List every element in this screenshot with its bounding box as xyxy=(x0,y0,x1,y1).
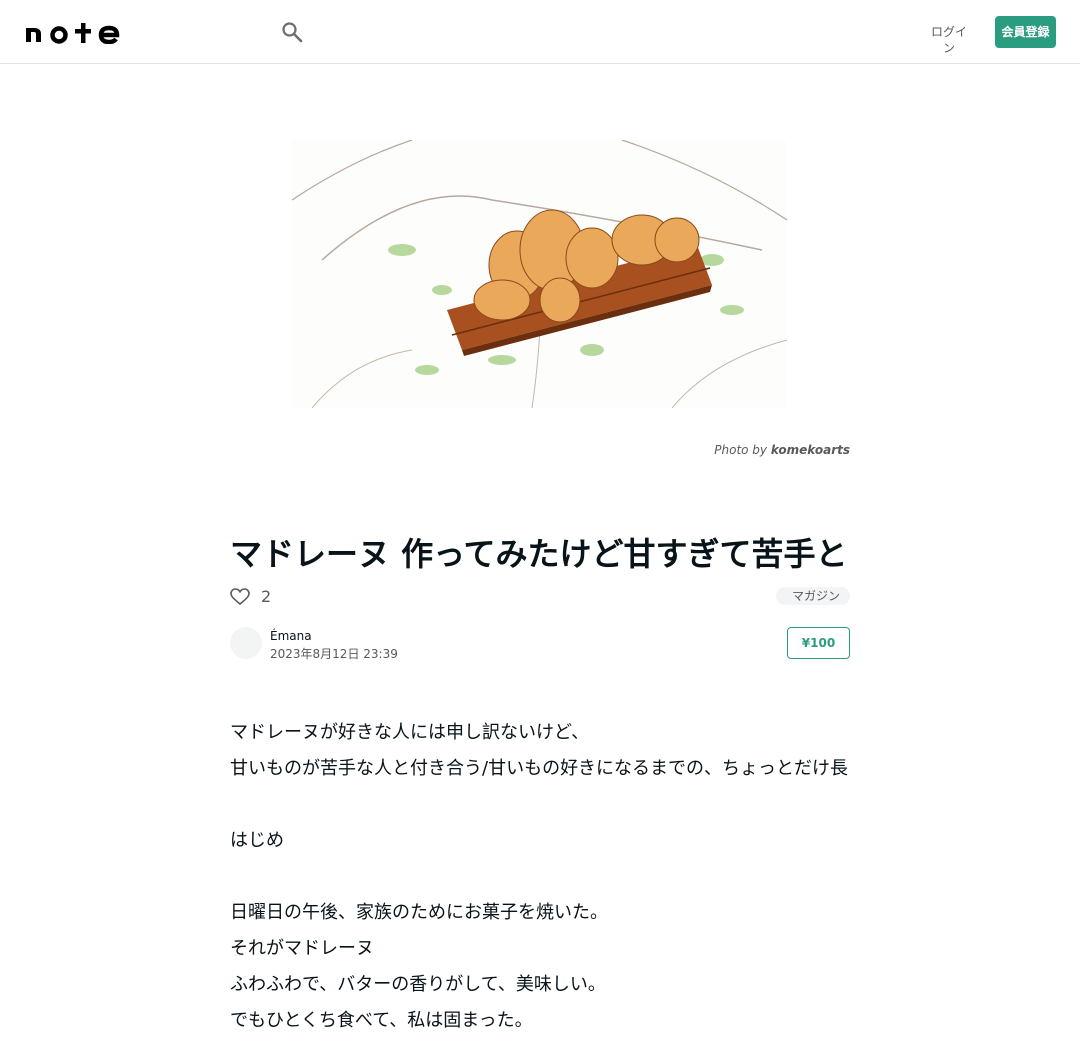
hero-illustration xyxy=(292,140,787,408)
body-paragraph: マドレーヌが好きな人には申し訳ないけど、 xyxy=(230,722,590,743)
magazine-badge[interactable]: マガジン xyxy=(776,587,850,605)
body-paragraph: はじめ xyxy=(230,830,284,851)
post-date: 2023年8月12日 23:39 xyxy=(270,647,398,661)
like-count: 2 xyxy=(261,587,272,606)
body-paragraph xyxy=(230,859,850,895)
article-title: マドレーヌ 作ってみたけど甘すぎて苦手という話になった xyxy=(230,535,850,573)
photo-credit-author[interactable]: komekoarts xyxy=(771,443,850,457)
article-body: マドレーヌが好きな人には申し訳ないけど、 甘いものが苦手な人と付き合う/甘いもの… xyxy=(230,715,850,1039)
body-paragraph: 甘いものが苦手な人と付き合う/甘いもの好きになるまでの、ちょっとだけ長い話をして… xyxy=(230,758,850,779)
note-logo[interactable] xyxy=(24,20,124,44)
body-paragraph: それがマドレーヌ xyxy=(230,938,374,959)
body-paragraph: でもひとくち食べて、私は固まった。 xyxy=(230,1010,533,1031)
login-link[interactable]: ログイン xyxy=(926,24,972,55)
heart-icon[interactable] xyxy=(230,588,250,606)
site-header: ログイン 会員登録 xyxy=(0,0,1080,64)
signup-button[interactable]: 会員登録 xyxy=(995,16,1056,48)
photo-credit: Photo by komekoarts xyxy=(600,443,850,457)
body-paragraph: 日曜日の午後、家族のためにお菓子を焼いた。 xyxy=(230,902,608,923)
photo-credit-prefix: Photo by xyxy=(714,443,768,457)
price-button[interactable]: ¥100 xyxy=(787,627,850,659)
avatar[interactable] xyxy=(230,627,262,659)
author-name[interactable]: Émana xyxy=(270,628,312,644)
search-icon[interactable] xyxy=(281,21,303,43)
body-paragraph xyxy=(230,787,850,823)
body-paragraph: ふわふわで、バターの香りがして、美味しい。 xyxy=(230,974,606,995)
